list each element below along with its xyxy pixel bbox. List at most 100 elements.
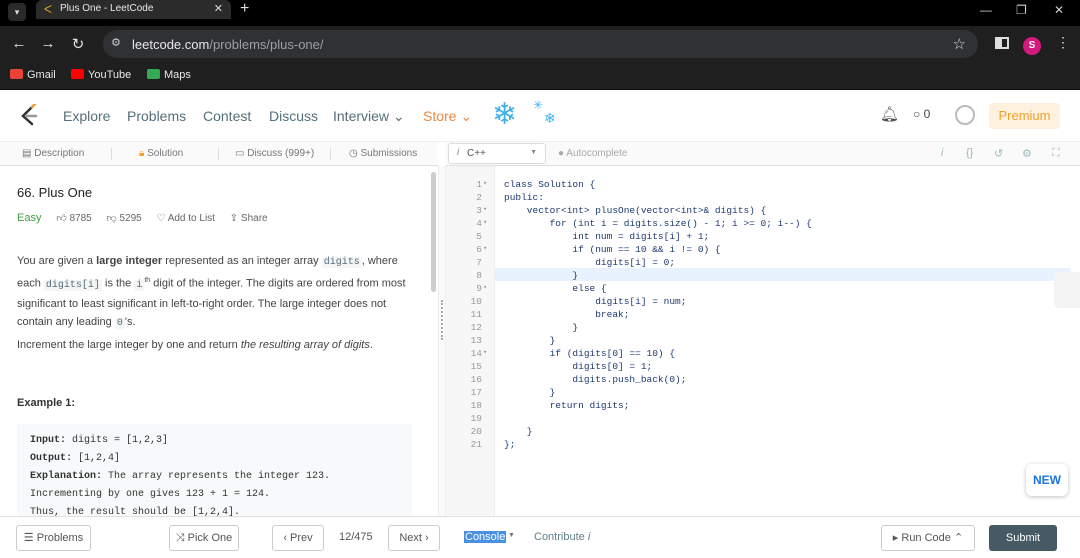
code-line[interactable]: 9 ▾ else { [446,282,1080,295]
fold-toggle-icon[interactable]: ▾ [483,217,487,230]
panel-splitter[interactable] [438,166,446,516]
bell-icon[interactable]: 🔔︎ [880,105,899,123]
code-line[interactable]: 7 digits[i] = 0; [446,256,1080,269]
notification-count[interactable]: ○ 0 [913,107,930,121]
bookmark-gmail[interactable]: Gmail [10,69,56,81]
code-line[interactable]: 11 break; [446,308,1080,321]
run-code-button[interactable]: ▸ Run Code ⌃ [881,525,975,551]
share-button[interactable]: ⇪ Share [230,213,268,224]
caret-down-icon[interactable]: ▼ [508,532,515,539]
code-line[interactable]: 14 ▾ if (digits[0] == 10) { [446,347,1080,360]
premium-button[interactable]: Premium [989,103,1060,129]
dislike-button[interactable]: 👎︎ 5295 [107,213,142,224]
thumbs-down-icon: 👎︎ [106,213,117,224]
code-line[interactable]: 17 } [446,386,1080,399]
forward-arrow-icon[interactable]: → [39,35,57,52]
heart-icon: ♡ [156,213,166,224]
nav-explore[interactable]: Explore [63,108,110,124]
back-arrow-icon[interactable]: ← [10,35,28,52]
minimize-icon[interactable]: — [980,3,992,17]
browser-menu-icon[interactable]: ⋮ [1056,34,1070,51]
browser-tab-bar: ▾ ᐸ Plus One - LeetCode ✕ + — ❐ ✕ [0,0,1080,26]
fold-toggle-icon[interactable]: ▾ [483,347,487,360]
tab-solution[interactable]: 🔒︎ Solution [139,148,183,159]
code-line[interactable]: 12 } [446,321,1080,334]
code-line[interactable]: 19 [446,412,1080,425]
autocomplete-toggle[interactable]: ● Autocomplete [558,148,627,159]
profile-avatar[interactable]: S [1023,37,1041,55]
braces-icon[interactable]: {} [966,147,973,159]
code-line[interactable]: 2 public: [446,191,1080,204]
code-line[interactable]: 18 return digits; [446,399,1080,412]
code-line[interactable]: 3 ▾ vector<int> plusOne(vector<int>& digi… [446,204,1080,217]
fold-toggle-icon[interactable]: ▾ [483,243,487,256]
fold-toggle-icon[interactable]: ▾ [483,204,487,217]
add-to-list-button[interactable]: ♡ Add to List [156,213,214,224]
side-panel-icon[interactable] [995,37,1009,49]
line-number: 20 [470,426,482,437]
console-button[interactable]: Console [464,531,507,543]
pick-one-button[interactable]: ⤨ Pick One [169,525,239,551]
settings-icon[interactable]: ⚙ [1022,147,1032,160]
nav-store[interactable]: Store ⌄ [423,108,472,125]
code-line[interactable]: 5 int num = digits[i] + 1; [446,230,1080,243]
fullscreen-icon[interactable]: ⛶ [1052,147,1060,160]
share-icon: ⇪ [229,213,239,224]
info-icon[interactable]: i [941,147,943,159]
code-line[interactable]: 21}; [446,438,1080,451]
browser-tab[interactable]: ᐸ Plus One - LeetCode ✕ [36,0,231,19]
nav-problems[interactable]: Problems [127,108,186,124]
site-info-icon[interactable]: ⚙ [111,36,121,49]
language-select[interactable]: i C++ ▼ [448,143,546,164]
bookmark-youtube[interactable]: YouTube [71,69,131,81]
new-tab-icon[interactable]: + [240,0,249,18]
prev-button[interactable]: ‹ Prev [272,525,324,551]
tab-description[interactable]: ▤ Description [22,148,84,159]
reset-icon[interactable]: ↺ [994,147,1003,160]
problems-list-button[interactable]: ☰ Problems [16,525,91,551]
code-line[interactable]: 20 } [446,425,1080,438]
code-line[interactable]: 13 } [446,334,1080,347]
close-window-icon[interactable]: ✕ [1054,3,1064,17]
description-scrollbar[interactable] [431,172,436,292]
code-text: digits[i] = 0; [504,257,676,268]
code-line[interactable]: 1 ▾ class Solution { [446,178,1080,191]
nav-contest[interactable]: Contest [203,108,251,124]
restore-icon[interactable]: ❐ [1016,3,1027,17]
user-avatar-icon[interactable] [955,105,975,125]
line-number: 17 [470,387,482,398]
list-icon: ☰ [23,532,34,544]
bookmark-star-icon[interactable]: ☆ [953,35,966,53]
next-button[interactable]: Next › [388,525,440,551]
line-number: 13 [470,335,482,346]
tab-search-button[interactable]: ▾ [8,3,26,21]
editor-side-handle[interactable] [1054,272,1080,308]
code-line[interactable]: 8 } [446,269,1080,282]
code-line[interactable]: 16 digits.push_back(0); [446,373,1080,386]
code-line[interactable]: 10 digits[i] = num; [446,295,1080,308]
code-line[interactable]: 6 ▾ if (num == 10 && i != 0) { [446,243,1080,256]
nav-discuss[interactable]: Discuss [269,108,318,124]
reload-icon[interactable]: ↻ [69,35,87,53]
tab-submissions[interactable]: ◷ Submissions [349,148,417,159]
bottom-bar: ☰ Problems ⤨ Pick One ‹ Prev 12/475 Next… [0,516,1080,558]
description-tabs: ▤ Description 🔒︎ Solution ▭ Discuss (999… [0,142,438,166]
new-feature-button[interactable]: NEW [1026,464,1068,496]
code-line[interactable]: 4 ▾ for (int i = digits.size() - 1; i >= … [446,217,1080,230]
tab-discuss[interactable]: ▭ Discuss (999+) [235,148,314,159]
close-tab-icon[interactable]: ✕ [214,2,223,15]
leetcode-logo-icon[interactable] [18,104,40,126]
contribute-link[interactable]: Contribute i [534,531,590,543]
like-button[interactable]: 👍︎ 8785 [56,213,91,224]
submit-button[interactable]: Submit [989,525,1057,551]
nav-interview[interactable]: Interview ⌄ [333,108,405,125]
code-editor[interactable]: 1 ▾ class Solution {2 public: 3 ▾ vector<int>… [446,166,1080,516]
code-line[interactable]: 15 digits[0] = 1; [446,360,1080,373]
fold-toggle-icon[interactable]: ▾ [483,178,487,191]
problem-title: 66. Plus One [17,185,93,200]
code-text: break; [504,309,630,320]
fold-toggle-icon[interactable]: ▾ [483,282,487,295]
bookmark-maps[interactable]: Maps [147,69,191,81]
drag-handle-icon[interactable] [441,300,443,340]
address-bar[interactable]: ⚙ leetcode.com/problems/plus-one/ ☆ [103,30,978,58]
